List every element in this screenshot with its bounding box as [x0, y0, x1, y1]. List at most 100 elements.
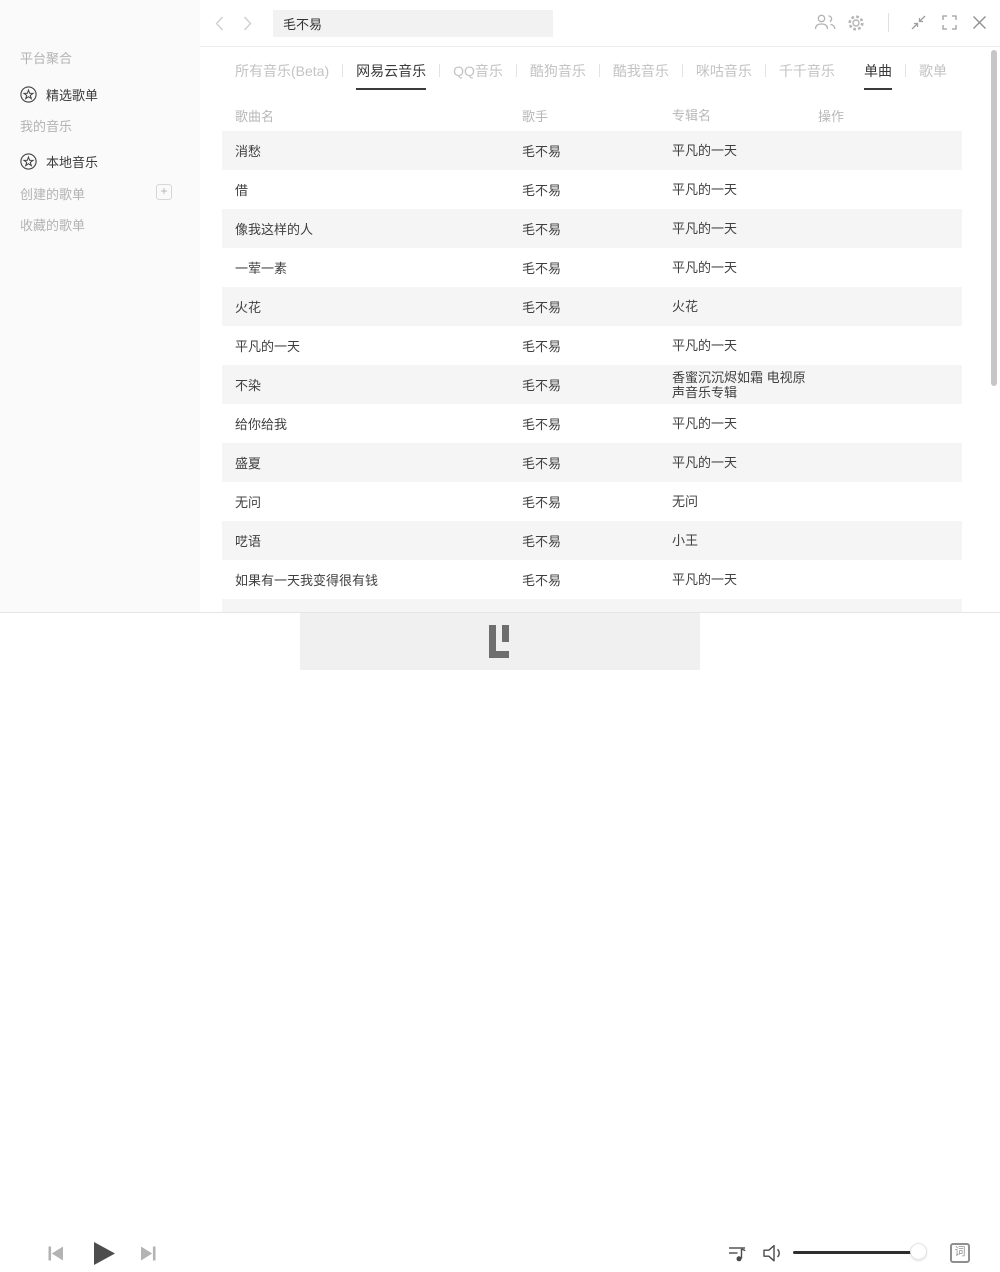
song-name: 不染 — [222, 375, 522, 394]
sidebar-item-label: 精选歌单 — [46, 85, 98, 104]
artist-name: 毛不易 — [522, 414, 672, 433]
song-name: 盛夏 — [222, 453, 522, 472]
album-name: 火花 — [672, 299, 818, 314]
album-name: 平凡的一天 — [672, 455, 818, 470]
sidebar-item-favorited-playlists[interactable]: 收藏的歌单 — [20, 215, 85, 234]
add-playlist-button[interactable]: + — [156, 184, 172, 200]
previous-track-icon[interactable] — [46, 1244, 65, 1268]
header-album: 专辑名 — [672, 108, 818, 123]
tab-platform-5[interactable]: 咪咕音乐 — [696, 61, 752, 90]
song-name: 像我这样的人 — [222, 219, 522, 238]
artist-name: 毛不易 — [522, 531, 672, 550]
artist-name: 毛不易 — [522, 219, 672, 238]
artist-name: 毛不易 — [522, 180, 672, 199]
volume-slider-knob[interactable] — [910, 1243, 927, 1260]
header-action: 操作 — [818, 106, 962, 125]
table-row[interactable]: 平凡的一天毛不易平凡的一天 — [222, 326, 962, 365]
header-artist: 歌手 — [522, 106, 672, 125]
album-name: 平凡的一天 — [672, 416, 818, 431]
close-icon[interactable] — [972, 15, 987, 35]
table-row[interactable]: 无问毛不易无问 — [222, 482, 962, 521]
album-name: 平凡的一天 — [672, 221, 818, 236]
vertical-scrollbar[interactable] — [991, 50, 997, 386]
play-icon[interactable] — [90, 1240, 117, 1272]
tab-platform-1[interactable]: 网易云音乐 — [356, 61, 426, 90]
search-input[interactable] — [273, 10, 553, 37]
table-row[interactable]: 呓语毛不易小王 — [222, 521, 962, 560]
tab-platform-4[interactable]: 酷我音乐 — [613, 61, 669, 90]
player-bar: 词 — [0, 612, 1000, 670]
collapse-icon[interactable] — [910, 14, 927, 36]
album-name: 平凡的一天 — [672, 572, 818, 587]
forward-icon[interactable] — [242, 15, 253, 37]
song-name: 平凡的一天 — [222, 336, 522, 355]
tab-divider — [682, 64, 683, 77]
sidebar-item-local-music[interactable]: 本地音乐 — [20, 152, 98, 171]
track-table: 歌曲名 歌手 专辑名 操作 消愁毛不易平凡的一天借毛不易平凡的一天像我这样的人毛… — [222, 100, 962, 612]
artist-name: 毛不易 — [522, 258, 672, 277]
star-circle-icon — [20, 153, 46, 170]
album-name: 平凡的一天 — [672, 338, 818, 353]
artist-name: 毛不易 — [522, 336, 672, 355]
album-name: 平凡的一天 — [672, 143, 818, 158]
volume-slider[interactable] — [793, 1251, 928, 1254]
song-name: 消愁 — [222, 141, 522, 160]
table-row[interactable]: 火花毛不易火花 — [222, 287, 962, 326]
tab-type-0[interactable]: 单曲 — [864, 61, 892, 90]
song-name: 无问 — [222, 492, 522, 511]
tab-platform-2[interactable]: QQ音乐 — [453, 61, 503, 90]
playlist-icon[interactable] — [727, 1243, 748, 1269]
tabs-row: 所有音乐(Beta) 网易云音乐 QQ音乐酷狗音乐酷我音乐咪咕音乐千千音乐 单曲歌单 — [235, 61, 960, 90]
sidebar-item-created-playlists[interactable]: 创建的歌单 — [20, 184, 85, 203]
tab-divider — [342, 64, 343, 77]
tab-platform-0[interactable]: 所有音乐(Beta) — [235, 61, 329, 90]
sidebar-section-platform: 平台聚合 — [20, 48, 72, 67]
table-row[interactable]: 借毛不易平凡的一天 — [222, 170, 962, 209]
table-row[interactable]: 不染毛不易香蜜沉沉烬如霜 电视原声音乐专辑 — [222, 365, 962, 404]
song-name: 一荤一素 — [222, 258, 522, 277]
back-icon[interactable] — [214, 15, 225, 37]
volume-icon[interactable] — [762, 1243, 785, 1269]
table-row[interactable]: 消愁毛不易平凡的一天 — [222, 131, 962, 170]
tab-divider — [439, 64, 440, 77]
table-row-partial[interactable] — [222, 599, 962, 612]
tab-platform-3[interactable]: 酷狗音乐 — [530, 61, 586, 90]
table-row[interactable]: 盛夏毛不易平凡的一天 — [222, 443, 962, 482]
header-song: 歌曲名 — [222, 106, 522, 125]
listen1-logo — [489, 625, 510, 658]
gear-icon[interactable] — [846, 13, 866, 38]
sidebar-section-my-music: 我的音乐 — [20, 116, 72, 135]
album-name: 小王 — [672, 533, 818, 548]
topbar-divider — [888, 13, 889, 32]
table-row[interactable]: 如果有一天我变得很有钱毛不易平凡的一天 — [222, 560, 962, 599]
song-name: 呓语 — [222, 531, 522, 550]
table-row[interactable]: 给你给我毛不易平凡的一天 — [222, 404, 962, 443]
platform-tabs: 所有音乐(Beta) 网易云音乐 QQ音乐酷狗音乐酷我音乐咪咕音乐千千音乐 — [235, 61, 848, 90]
table-row[interactable]: 像我这样的人毛不易平凡的一天 — [222, 209, 962, 248]
tab-divider — [516, 64, 517, 77]
table-row[interactable]: 一荤一素毛不易平凡的一天 — [222, 248, 962, 287]
artist-name: 毛不易 — [522, 141, 672, 160]
top-bar — [200, 0, 1000, 47]
tab-platform-6[interactable]: 千千音乐 — [779, 61, 835, 90]
main-content: 所有音乐(Beta) 网易云音乐 QQ音乐酷狗音乐酷我音乐咪咕音乐千千音乐 单曲歌单… — [200, 48, 1000, 612]
sidebar-item-label: 本地音乐 — [46, 152, 98, 171]
sidebar-item-featured-playlists[interactable]: 精选歌单 — [20, 85, 98, 104]
song-name: 火花 — [222, 297, 522, 316]
album-name: 无问 — [672, 494, 818, 509]
tab-divider — [905, 64, 906, 77]
lyrics-button[interactable]: 词 — [950, 1243, 970, 1263]
sidebar: 平台聚合 精选歌单 我的音乐 本地音乐 创建的歌单 + 收藏的歌单 — [0, 0, 200, 612]
song-name: 如果有一天我变得很有钱 — [222, 570, 522, 589]
fullscreen-icon[interactable] — [941, 14, 958, 36]
type-tabs: 单曲歌单 — [864, 61, 960, 90]
next-track-icon[interactable] — [139, 1244, 158, 1268]
tab-divider — [599, 64, 600, 77]
song-name: 给你给我 — [222, 414, 522, 433]
users-icon[interactable] — [814, 13, 837, 37]
album-name: 平凡的一天 — [672, 260, 818, 275]
artist-name: 毛不易 — [522, 453, 672, 472]
artist-name: 毛不易 — [522, 492, 672, 511]
tab-type-1[interactable]: 歌单 — [919, 61, 947, 90]
song-name: 借 — [222, 180, 522, 199]
